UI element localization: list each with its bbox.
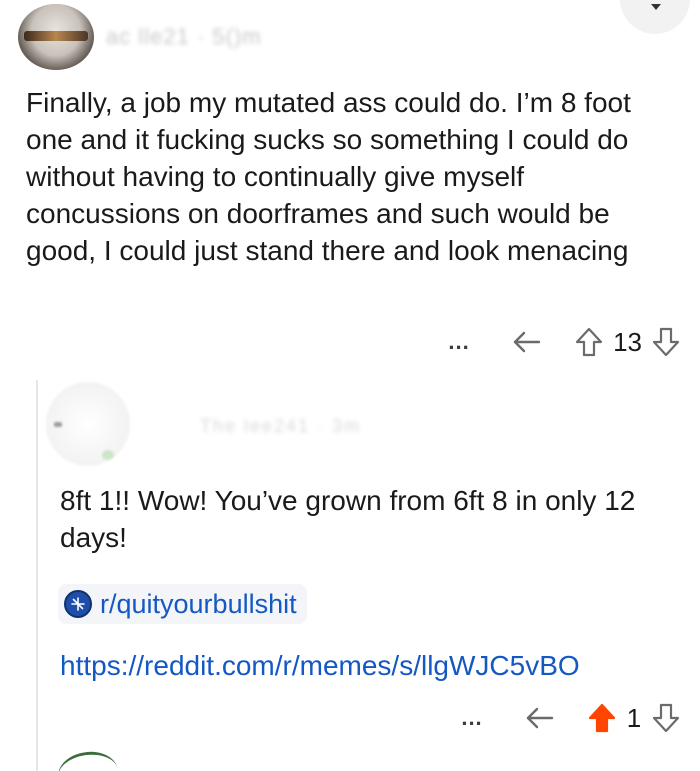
avatar-detail [54, 422, 62, 427]
more-icon[interactable]: ... [439, 331, 479, 353]
reply-action-bar: ... 1 [452, 700, 684, 736]
comment-action-bar: ... 13 [439, 322, 684, 362]
thread-line[interactable] [36, 380, 38, 771]
vote-count: 1 [626, 702, 642, 733]
chevron-down-icon [651, 4, 661, 10]
subreddit-icon [64, 590, 92, 618]
reply-button[interactable] [522, 700, 558, 736]
reply-icon [526, 707, 554, 729]
upvote-icon [575, 327, 603, 357]
next-comment-avatar[interactable] [55, 748, 121, 771]
username[interactable]: ac lle21 · 5()m [106, 24, 262, 50]
subreddit-link-chip[interactable]: r/quityourbullshit [58, 584, 307, 624]
reply-avatar[interactable] [46, 382, 130, 466]
avatar[interactable] [18, 4, 94, 70]
downvote-icon [652, 327, 680, 357]
subreddit-name: r/quityourbullshit [100, 588, 297, 619]
reply-username[interactable]: The lee241 · 3m [200, 416, 361, 437]
options-button[interactable] [620, 0, 690, 34]
avatar-image [24, 31, 88, 41]
comment-thread: ac lle21 · 5()m Finally, a job my mutate… [0, 0, 700, 771]
avatar-detail [102, 450, 114, 460]
more-icon[interactable]: ... [452, 707, 492, 729]
comment-body: Finally, a job my mutated ass could do. … [26, 87, 631, 266]
downvote-button[interactable] [648, 700, 684, 736]
downvote-button[interactable] [648, 324, 684, 360]
vote-count: 13 [613, 326, 642, 357]
reply-button[interactable] [509, 324, 545, 360]
subreddit-glyph [71, 597, 85, 611]
reply-icon [513, 331, 541, 353]
upvote-icon [588, 703, 616, 733]
reply-link[interactable]: https://reddit.com/r/memes/s/llgWJC5vBO [60, 650, 580, 682]
reply-body: 8ft 1!! Wow! You’ve grown from 6ft 8 in … [60, 485, 636, 553]
upvote-button-active[interactable] [584, 700, 620, 736]
upvote-button[interactable] [571, 324, 607, 360]
downvote-icon [652, 703, 680, 733]
